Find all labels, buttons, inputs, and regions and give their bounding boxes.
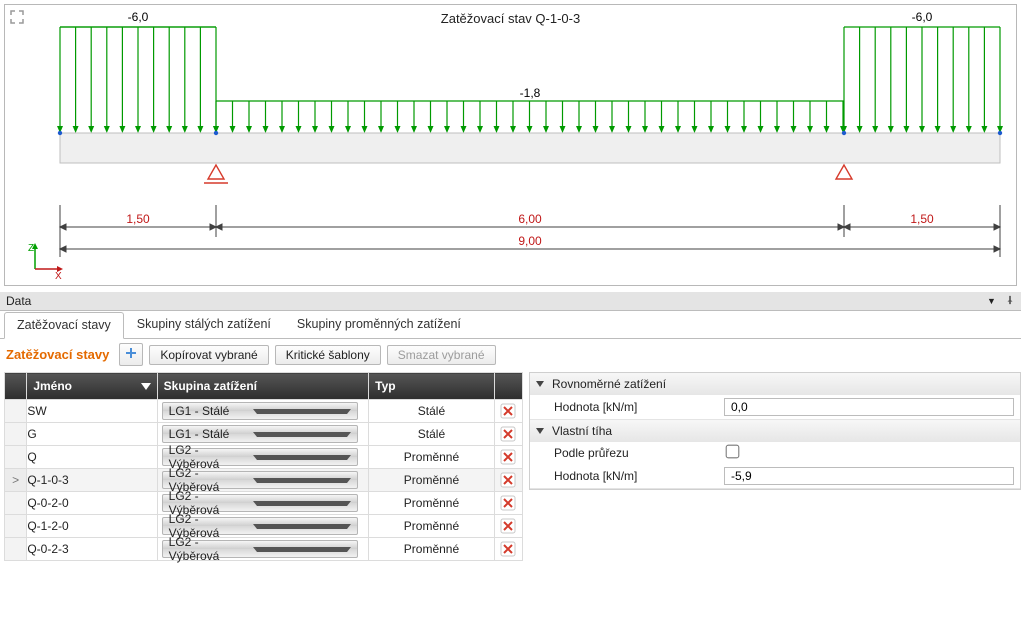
- row-delete-button[interactable]: [495, 449, 522, 465]
- beam-drawing: {}: [5, 5, 1016, 285]
- critical-button[interactable]: Kritické šablony: [275, 345, 381, 365]
- group-combo[interactable]: LG2 - Výběrová: [162, 448, 358, 466]
- pin-icon[interactable]: [1005, 294, 1015, 308]
- col-type: Typ: [375, 379, 395, 393]
- svg-text:Z: Z: [28, 243, 34, 254]
- row-delete-button[interactable]: [495, 518, 522, 534]
- tab-perm-groups[interactable]: Skupiny stálých zatížení: [124, 311, 284, 338]
- add-button[interactable]: [119, 343, 143, 366]
- viewport-title: Zatěžovací stav Q-1-0-3: [441, 11, 580, 26]
- table-row[interactable]: Q-0-2-3LG2 - VýběrováProměnné: [5, 538, 523, 561]
- svg-text:1,50: 1,50: [126, 212, 150, 226]
- group-self-weight[interactable]: Vlastní tíha: [530, 420, 1020, 442]
- row-delete-button[interactable]: [495, 495, 522, 511]
- dropdown-icon[interactable]: ▼: [987, 296, 997, 306]
- svg-text:X: X: [55, 271, 62, 279]
- uniform-value-label: Hodnota [kN/m]: [554, 400, 724, 414]
- expand-icon[interactable]: [9, 9, 25, 25]
- load-states-table[interactable]: Jméno Skupina zatížení Typ SWLG1 - Stálé…: [4, 372, 523, 561]
- row-delete-button[interactable]: [495, 541, 522, 557]
- delete-button: Smazat vybrané: [387, 345, 496, 365]
- axis-gizmo: Z X: [25, 239, 65, 279]
- toolbar-title: Zatěžovací stavy: [6, 347, 109, 362]
- group-combo[interactable]: LG1 - Stálé: [162, 402, 358, 420]
- toolbar: Zatěžovací stavy Kopírovat vybrané Kriti…: [0, 339, 1021, 372]
- data-panel-title: Data: [6, 294, 31, 308]
- col-group: Skupina zatížení: [164, 379, 257, 393]
- group-combo[interactable]: LG2 - Výběrová: [162, 517, 358, 535]
- row-delete-button[interactable]: [495, 403, 522, 419]
- tab-strip: Zatěžovací stavy Skupiny stálých zatížen…: [0, 311, 1021, 339]
- svg-text:1,50: 1,50: [910, 212, 934, 226]
- table-row[interactable]: Q-1-2-0LG2 - VýběrováProměnné: [5, 515, 523, 538]
- row-delete-button[interactable]: [495, 472, 522, 488]
- row-delete-button[interactable]: [495, 426, 522, 442]
- beam-viewport[interactable]: Zatěžovací stav Q-1-0-3 {}: [4, 4, 1017, 286]
- table-row[interactable]: QLG2 - VýběrováProměnné: [5, 446, 523, 469]
- group-combo[interactable]: LG1 - Stálé: [162, 425, 358, 443]
- svg-text:-1,8: -1,8: [520, 86, 541, 100]
- uniform-value-input[interactable]: [724, 398, 1014, 416]
- group-combo[interactable]: LG2 - Výběrová: [162, 540, 358, 558]
- collapse-icon[interactable]: [536, 381, 544, 387]
- collapse-icon[interactable]: [536, 428, 544, 434]
- data-panel-header: Data ▼: [0, 292, 1021, 311]
- sw-value-input[interactable]: [724, 467, 1014, 485]
- svg-text:-6,0: -6,0: [128, 10, 149, 24]
- properties-panel: Rovnoměrné zatížení Hodnota [kN/m] Vlast…: [529, 372, 1021, 490]
- filter-icon[interactable]: [141, 383, 151, 390]
- table-row[interactable]: >Q-1-0-3LG2 - VýběrováProměnné: [5, 469, 523, 492]
- col-name: Jméno: [33, 379, 72, 393]
- svg-text:-6,0: -6,0: [912, 10, 933, 24]
- svg-text:6,00: 6,00: [518, 212, 542, 226]
- svg-text:9,00: 9,00: [518, 234, 542, 248]
- group-uniform-load[interactable]: Rovnoměrné zatížení: [530, 373, 1020, 395]
- group-combo[interactable]: LG2 - Výběrová: [162, 471, 358, 489]
- tab-var-groups[interactable]: Skupiny proměnných zatížení: [284, 311, 474, 338]
- cross-section-check[interactable]: [726, 445, 740, 459]
- sw-value-label: Hodnota [kN/m]: [554, 469, 724, 483]
- table-row[interactable]: Q-0-2-0LG2 - VýběrováProměnné: [5, 492, 523, 515]
- table-row[interactable]: SWLG1 - StáléStálé: [5, 400, 523, 423]
- tab-load-states[interactable]: Zatěžovací stavy: [4, 312, 124, 339]
- table-row[interactable]: GLG1 - StáléStálé: [5, 423, 523, 446]
- copy-button[interactable]: Kopírovat vybrané: [149, 345, 268, 365]
- cross-section-label: Podle průřezu: [554, 446, 724, 460]
- group-combo[interactable]: LG2 - Výběrová: [162, 494, 358, 512]
